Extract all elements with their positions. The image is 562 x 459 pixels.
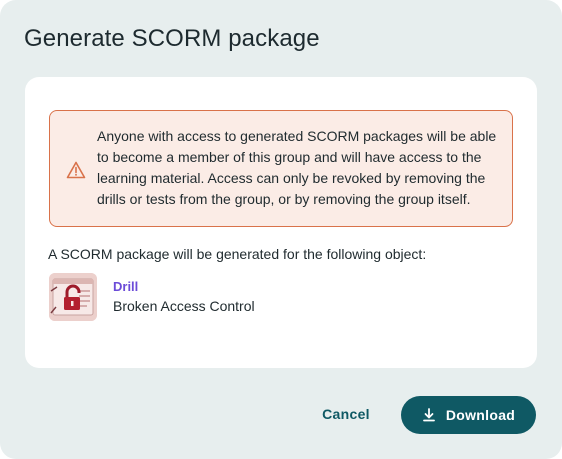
object-type-label[interactable]: Drill bbox=[113, 279, 138, 295]
warning-triangle-icon bbox=[66, 161, 86, 179]
scorm-dialog: Generate SCORM package Anyone with acces… bbox=[0, 0, 562, 459]
dialog-title: Generate SCORM package bbox=[24, 25, 320, 52]
warning-text: Anyone with access to generated SCORM pa… bbox=[97, 128, 497, 207]
drill-thumbnail bbox=[49, 273, 97, 321]
download-button-label: Download bbox=[445, 407, 516, 423]
warning-alert: Anyone with access to generated SCORM pa… bbox=[49, 110, 513, 227]
object-intro-text: A SCORM package will be generated for th… bbox=[48, 246, 427, 262]
padlock-icon bbox=[49, 273, 97, 321]
object-item: Drill Broken Access Control bbox=[49, 273, 449, 321]
cancel-button[interactable]: Cancel bbox=[310, 397, 382, 431]
download-icon bbox=[422, 408, 436, 422]
download-button[interactable]: Download bbox=[401, 396, 536, 434]
object-name: Broken Access Control bbox=[113, 298, 255, 314]
dialog-content-card: Anyone with access to generated SCORM pa… bbox=[25, 77, 537, 368]
